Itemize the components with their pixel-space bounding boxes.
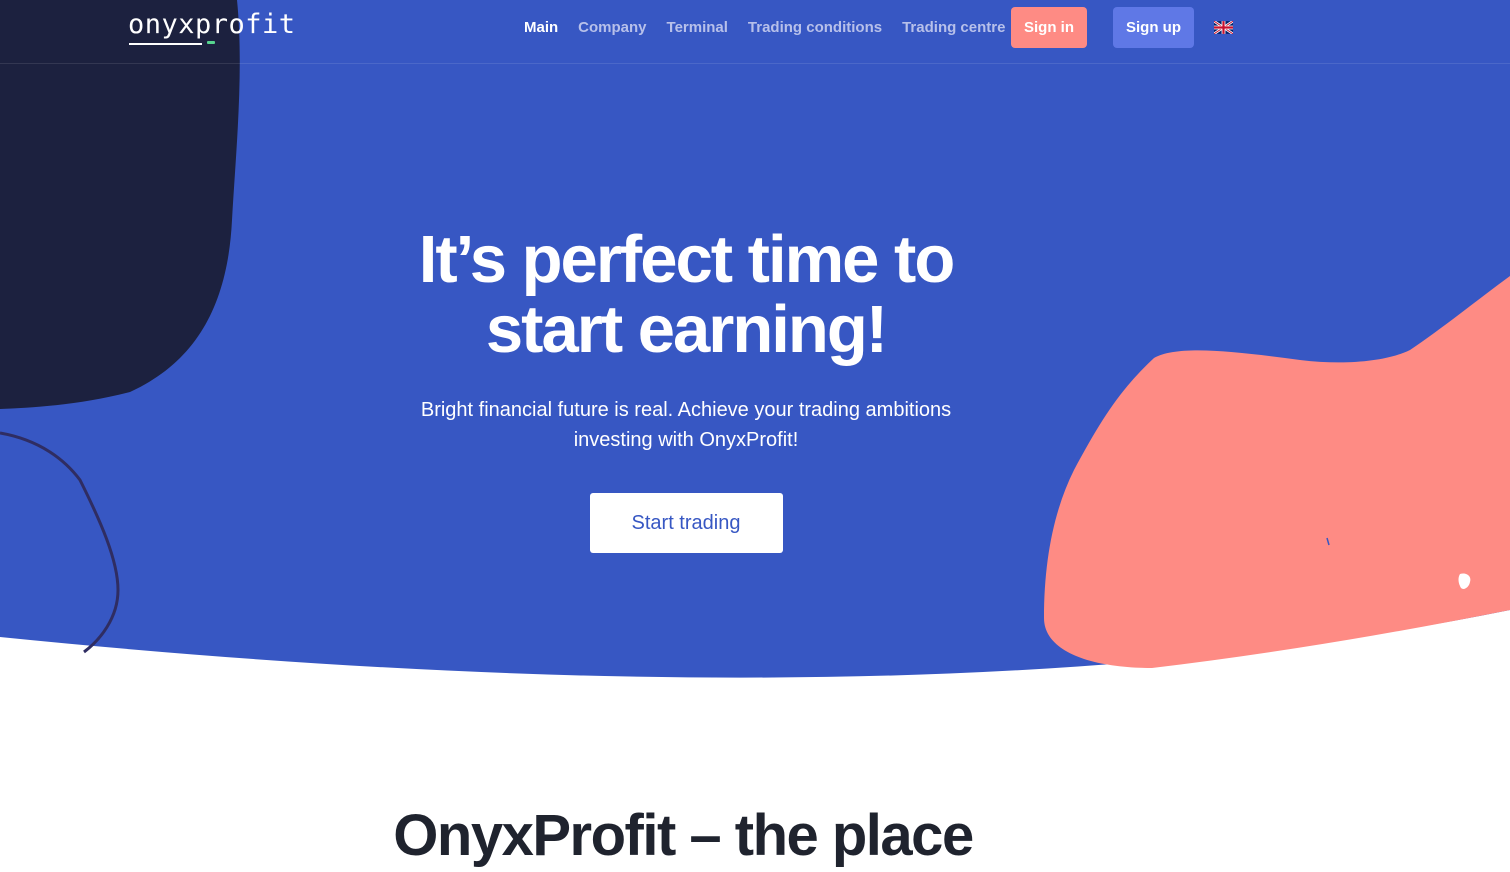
hero-title-line-1: It’s perfect time to bbox=[418, 222, 956, 297]
site-header: onyxprofit Main Company Terminal Trading… bbox=[0, 0, 1510, 64]
sign-up-button[interactable]: Sign up bbox=[1113, 7, 1194, 48]
logo-text: onyxprofit bbox=[128, 9, 296, 40]
nav-item-trading-centre[interactable]: Trading centre bbox=[902, 18, 1005, 38]
main-nav: Main Company Terminal Trading conditions… bbox=[524, 18, 1005, 38]
uk-flag-icon[interactable] bbox=[1214, 21, 1233, 34]
sign-in-button[interactable]: Sign in bbox=[1011, 7, 1087, 48]
nav-item-main[interactable]: Main bbox=[524, 18, 558, 38]
logo-accent-mark bbox=[207, 41, 215, 44]
hero-subtitle-line-1: Bright financial future is real. Achieve… bbox=[420, 399, 952, 421]
logo-underline bbox=[129, 43, 202, 45]
brand-logo[interactable]: onyxprofit bbox=[128, 9, 308, 49]
hero-title-line-2: start earning! bbox=[485, 292, 888, 367]
page: onyxprofit Main Company Terminal Trading… bbox=[0, 0, 1510, 872]
hero-subtitle-line-2: investing with OnyxProfit! bbox=[573, 429, 799, 451]
hero-subtitle: Bright financial future is real. Achieve… bbox=[366, 395, 1006, 455]
nav-item-terminal[interactable]: Terminal bbox=[667, 18, 728, 38]
section-title: OnyxProfit – the place bbox=[393, 803, 974, 868]
nav-item-company[interactable]: Company bbox=[578, 18, 646, 38]
nav-item-trading-conditions[interactable]: Trading conditions bbox=[748, 18, 882, 38]
hero-section: It’s perfect time to start earning! Brig… bbox=[0, 225, 1372, 553]
start-trading-button[interactable]: Start trading bbox=[589, 493, 783, 553]
hero-title: It’s perfect time to start earning! bbox=[306, 225, 1066, 365]
